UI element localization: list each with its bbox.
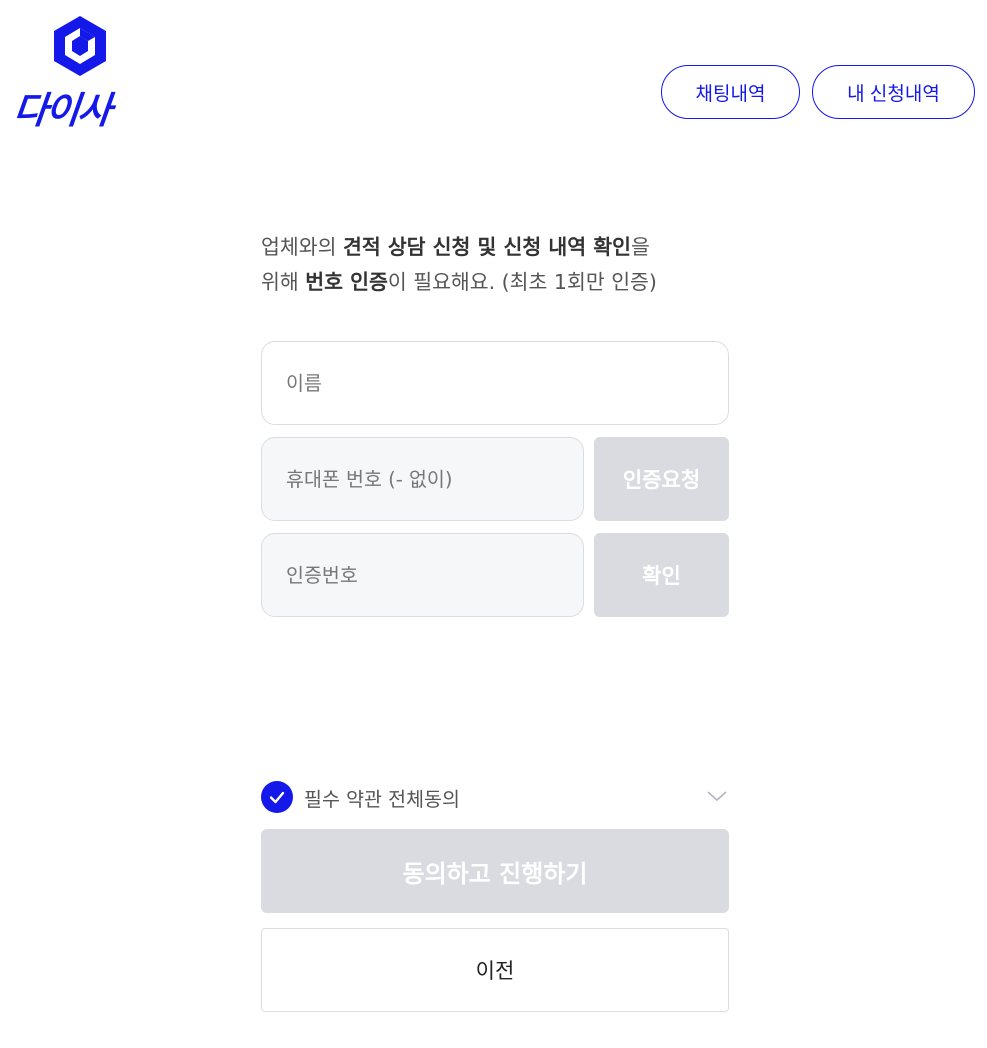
request-code-button[interactable]: 인증요청: [594, 437, 729, 521]
confirm-code-button[interactable]: 확인: [594, 533, 729, 617]
agreement-row[interactable]: 필수 약관 전체동의: [261, 780, 729, 814]
agree-checkbox[interactable]: [261, 781, 293, 813]
intro-text: 업체와의 견적 상담 신청 및 신청 내역 확인을 위해 번호 인증이 필요해요…: [261, 230, 741, 300]
brand-logo[interactable]: 다이사: [11, 14, 146, 132]
previous-button[interactable]: 이전: [261, 928, 729, 1012]
chat-history-button[interactable]: 채팅내역: [661, 65, 800, 119]
agreement-label: 필수 약관 전체동의: [304, 787, 460, 811]
logo-wordmark: 다이사: [11, 89, 113, 132]
my-requests-button[interactable]: 내 신청내역: [812, 65, 975, 119]
cube-logo-icon: [54, 16, 106, 76]
verification-code-input[interactable]: [261, 533, 584, 617]
name-input[interactable]: [261, 341, 729, 425]
check-icon: [269, 791, 285, 804]
agree-and-proceed-button[interactable]: 동의하고 진행하기: [261, 829, 729, 913]
chevron-down-icon[interactable]: [705, 784, 729, 808]
intro-line-2: 위해 번호 인증이 필요해요. (최초 1회만 인증): [261, 270, 657, 294]
phone-input[interactable]: [261, 437, 584, 521]
intro-line-1: 업체와의 견적 상담 신청 및 신청 내역 확인을: [261, 235, 650, 259]
verification-page: 다이사 채팅내역 내 신청내역 업체와의 견적 상담 신청 및 신청 내역 확인…: [0, 0, 987, 1048]
